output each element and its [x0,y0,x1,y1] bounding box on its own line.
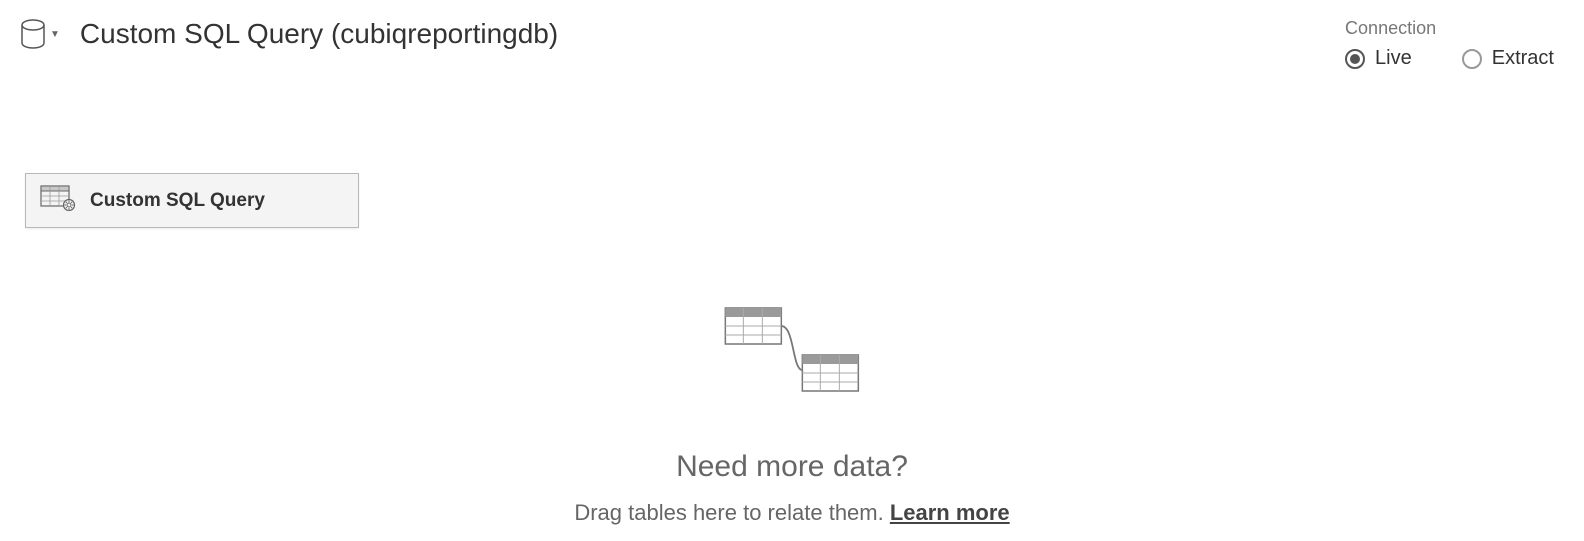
connection-extract-radio[interactable]: Extract [1462,47,1554,70]
chevron-down-icon: ▼ [50,29,60,40]
datasource-title: Custom SQL Query (cubiqreportingdb) [80,18,558,50]
connection-live-radio[interactable]: Live [1345,47,1412,70]
database-icon [20,19,46,49]
empty-heading: Need more data? [676,450,908,484]
table-node-custom-sql[interactable]: Custom SQL Query [25,173,359,228]
radio-label-extract: Extract [1492,47,1554,70]
learn-more-link[interactable]: Learn more [890,500,1010,525]
empty-state: Need more data? Drag tables here to rela… [574,305,1009,526]
datasource-dropdown[interactable]: ▼ [20,19,60,49]
radio-icon [1462,49,1482,69]
connection-label: Connection [1345,18,1554,39]
empty-subtext-text: Drag tables here to relate them. [574,500,890,525]
table-node-label: Custom SQL Query [90,190,265,212]
empty-subtext: Drag tables here to relate them. Learn m… [574,500,1009,526]
custom-sql-icon [40,185,76,216]
relate-tables-icon [722,305,862,400]
radio-label-live: Live [1375,47,1412,70]
radio-icon [1345,49,1365,69]
